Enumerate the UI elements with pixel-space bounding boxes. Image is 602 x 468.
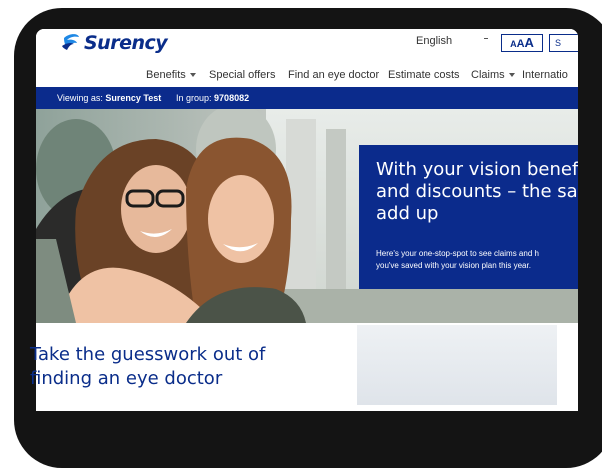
chevron-down-icon: [508, 73, 515, 78]
surency-logo[interactable]: Surency: [60, 32, 168, 54]
hero-card: With your vision benef and discounts – t…: [359, 145, 578, 289]
language-selector[interactable]: English: [416, 35, 452, 47]
nav-benefits-label: Benefits: [146, 69, 186, 81]
section-title: Take the guesswork out of finding an eye…: [30, 344, 266, 389]
chevron-down-icon: [189, 73, 196, 78]
hero-banner: With your vision benef and discounts – t…: [36, 109, 578, 323]
group-label: In group:: [176, 93, 212, 103]
nav-international[interactable]: Internatio: [522, 69, 568, 81]
viewing-value: Surency Test: [105, 93, 162, 103]
main-nav: Benefits Special offers Find an eye doct…: [36, 65, 578, 85]
viewing-as: Viewing as: Surency Test: [57, 87, 161, 109]
nav-claims-label: Claims: [471, 69, 505, 81]
nav-claims[interactable]: Claims: [471, 69, 515, 81]
context-bar: Viewing as: Surency Test In group: 97080…: [36, 87, 578, 109]
language-dropdown-icon[interactable]: [484, 38, 488, 39]
nav-special-offers[interactable]: Special offers: [209, 69, 275, 81]
text-size-medium: A: [516, 38, 525, 50]
nav-find-eye-doctor[interactable]: Find an eye doctor: [288, 69, 379, 81]
sign-in-button[interactable]: S: [549, 34, 578, 52]
brand-name: Surency: [84, 32, 168, 54]
hero-title: With your vision benef and discounts – t…: [376, 159, 578, 224]
nav-benefits[interactable]: Benefits: [146, 69, 196, 81]
eye-doctor-image: [357, 325, 557, 405]
group-info: In group: 9708082: [176, 87, 249, 109]
hero-description: Here's your one-stop-spot to see claims …: [376, 249, 539, 270]
viewing-label: Viewing as:: [57, 93, 103, 103]
group-value: 9708082: [214, 93, 250, 103]
top-bar: Surency English AAA S: [36, 29, 578, 59]
text-size-large: A: [524, 35, 534, 50]
nav-estimate-costs[interactable]: Estimate costs: [388, 69, 460, 81]
text-size-button[interactable]: AAA: [501, 34, 543, 52]
background-watermark-left: ᴐ: [0, 330, 1, 355]
surency-swoosh-icon: [62, 34, 79, 50]
